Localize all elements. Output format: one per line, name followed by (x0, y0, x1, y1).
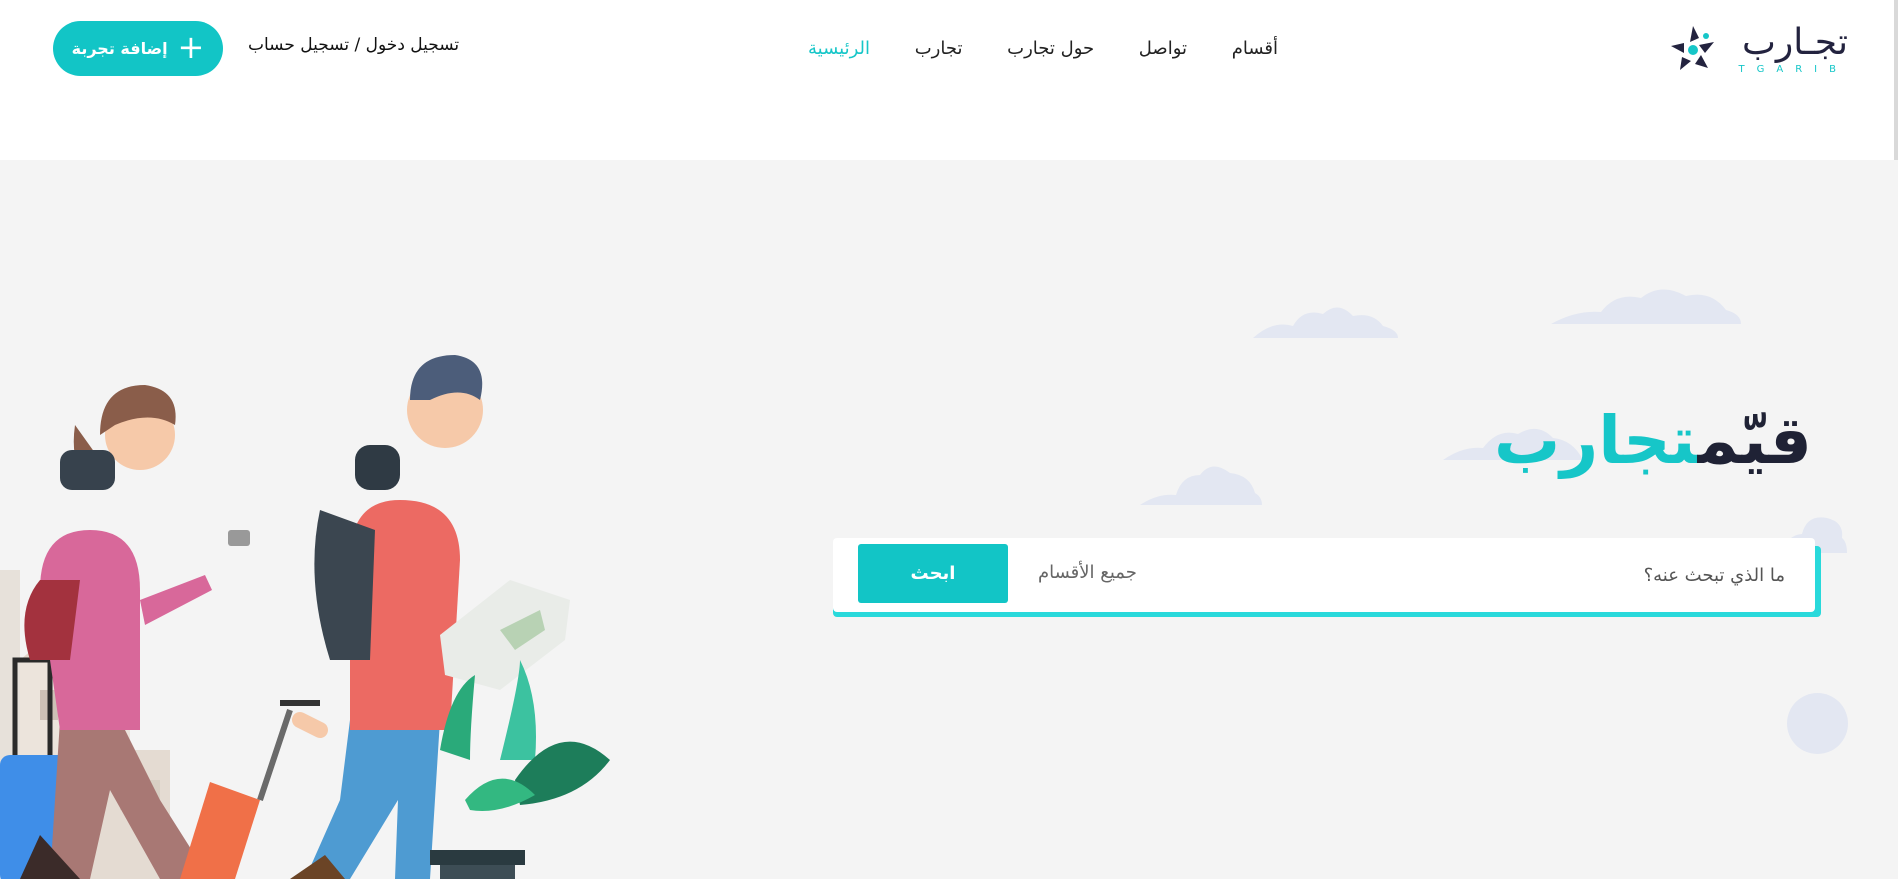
hero-title-accent: تجارب (1493, 402, 1698, 479)
category-select[interactable]: جميع الأقسام (1038, 562, 1137, 583)
brand-logo[interactable]: تجـارب TGARIB (1668, 18, 1848, 80)
site-header: تجـارب TGARIB الرئيسية تجارب حول تجارب ت… (0, 0, 1898, 160)
star-logo-icon (1671, 26, 1714, 70)
cloud-decoration (1140, 466, 1262, 505)
circle-decoration (1787, 693, 1848, 754)
search-bar: جميع الأقسام ابحث (833, 538, 1821, 617)
main-nav: الرئيسية تجارب حول تجارب تواصل أقسام (808, 32, 1278, 64)
login-register-link[interactable]: تسجيل دخول / تسجيل حساب (248, 35, 459, 55)
nav-item-sections[interactable]: أقسام (1232, 38, 1278, 59)
plus-icon: + (177, 28, 205, 66)
travelers-illustration (0, 355, 610, 879)
search-button[interactable]: ابحث (858, 544, 1008, 603)
search-box: جميع الأقسام ابحث (833, 538, 1815, 612)
nav-item-experiences[interactable]: تجارب (915, 38, 963, 59)
brand-name: تجـارب (1741, 22, 1848, 63)
nav-item-about[interactable]: حول تجارب (1007, 38, 1094, 59)
cloud-decoration (1253, 307, 1398, 338)
search-input[interactable] (1365, 562, 1785, 588)
brand-latin-name: TGARIB (1738, 64, 1848, 75)
hero-title: قيّمتجارب (1494, 402, 1812, 479)
hero-title-main: قيّم (1697, 402, 1812, 479)
hero-section: قيّمتجارب جميع الأقسام ابحث (0, 160, 1898, 879)
page-scrollbar[interactable] (1894, 0, 1898, 160)
nav-item-home[interactable]: الرئيسية (808, 38, 870, 59)
add-experience-button[interactable]: + إضافة تجربة (53, 21, 223, 76)
add-experience-label: إضافة تجربة (71, 39, 168, 58)
nav-item-contact[interactable]: تواصل (1139, 38, 1187, 59)
potted-plant-image (430, 660, 610, 879)
cloud-decoration (1551, 289, 1741, 324)
